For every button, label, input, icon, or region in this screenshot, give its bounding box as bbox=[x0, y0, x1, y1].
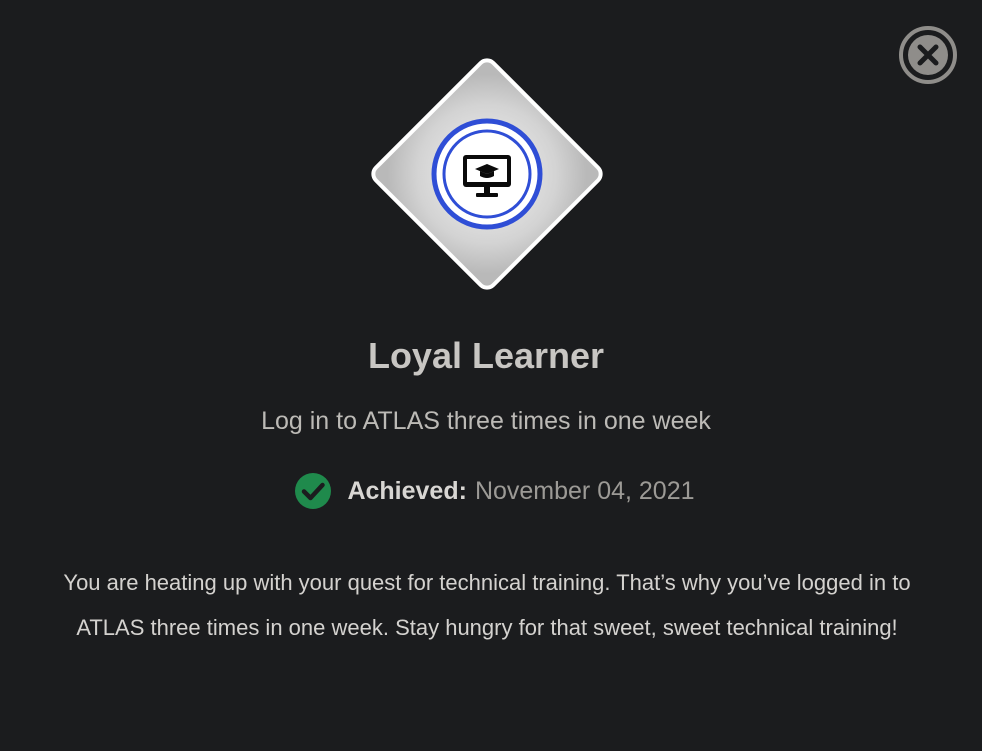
achieved-date: November 04, 2021 bbox=[474, 477, 695, 505]
check-circle-icon bbox=[295, 473, 332, 509]
close-icon bbox=[899, 26, 957, 84]
achievement-modal: Loyal Learner Log in to ATLAS three time… bbox=[0, 0, 982, 751]
badge-image bbox=[356, 43, 618, 305]
badge-title: Loyal Learner bbox=[367, 335, 605, 376]
close-button[interactable] bbox=[898, 25, 958, 85]
badge-description: You are heating up with your quest for t… bbox=[63, 570, 911, 640]
achievement-status: Achieved: November 04, 2021 bbox=[0, 472, 982, 510]
badge-subtitle: Log in to ATLAS three times in one week bbox=[261, 407, 711, 435]
achieved-label: Achieved: bbox=[347, 477, 467, 505]
